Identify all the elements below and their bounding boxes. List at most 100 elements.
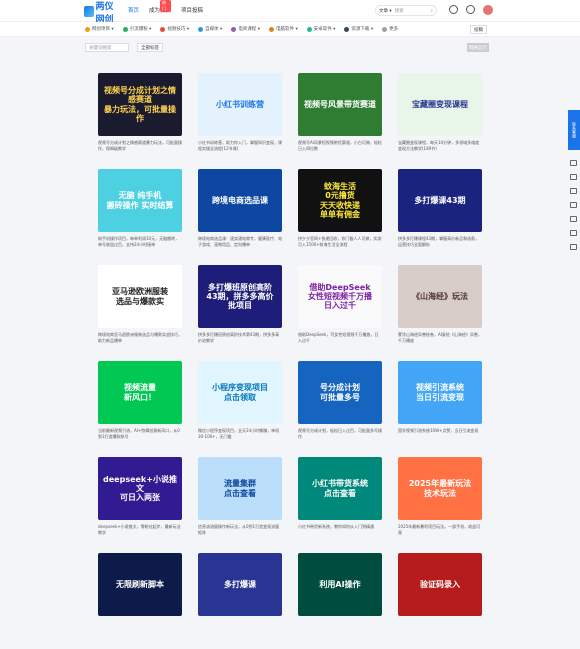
post-thumbnail[interactable]: 宝藏圈变现课程 xyxy=(398,73,482,136)
post-card[interactable]: 跨境电商选品课 跨境电商选品课：速卖通电商专，健康医疗、电子游戏、宠物用品、定向爆… xyxy=(198,169,282,265)
post-thumbnail[interactable]: 利用AI操作 xyxy=(298,553,382,616)
post-card[interactable]: 视频号分成计划之情感赛道 暴力玩法，可批量操作视频号分成计划之情感赛道暴力玩法，… xyxy=(98,73,182,169)
post-thumbnail[interactable]: 多打爆课43期 xyxy=(398,169,482,232)
category-item[interactable]: 自媒体 ▾ xyxy=(198,26,222,32)
post-thumbnail[interactable]: 视频号分成计划之情感赛道 暴力玩法，可批量操作 xyxy=(98,73,182,136)
post-card[interactable]: 多打爆课 xyxy=(198,553,282,649)
post-title[interactable]: 拼多多打爆班原创高阶技术第43期，拼多多高价站教学 xyxy=(198,332,282,344)
post-thumbnail[interactable]: 号分成计划 可批量多号 xyxy=(298,361,382,424)
category-item[interactable]: 引流爆粉 ▾ xyxy=(122,26,151,32)
post-title[interactable] xyxy=(298,620,382,632)
add-icon[interactable] xyxy=(449,5,458,14)
site-logo[interactable]: 两仪网创 xyxy=(84,2,120,25)
post-card[interactable]: 《山海经》玩法蒙涂山海经异兽绘卷，AI复绘《山海经》异兽，千万播放 xyxy=(398,265,482,361)
notification-icon[interactable] xyxy=(466,5,475,14)
post-title[interactable]: 拼多多打爆课程43期，掌握高价新品和选款，运营技巧全面解析 xyxy=(398,236,482,248)
post-title[interactable]: 视频号分成计划，轻松日入过百，可批量多号操作 xyxy=(298,428,382,440)
post-card[interactable]: 流量集群 点击查看信息流流量操作新玩法，从0到1打造变现流量矩阵 xyxy=(198,457,282,553)
submit-button[interactable]: 投稿 xyxy=(470,25,487,34)
post-card[interactable]: 视频号风景带货赛道视频号AI风景短视频带货赛道，小白可做，轻松日入四位数 xyxy=(298,73,382,169)
post-card[interactable]: 多打爆班原创高阶 43期，拼多多高价 批项目拼多多打爆班原创高阶技术第43期，拼… xyxy=(198,265,282,361)
category-item[interactable]: 电脑软件 ▾ xyxy=(269,26,298,32)
post-card[interactable]: 蚊海生活 0元撸货 天天收快递 单单有佣金拼夕夕官网+快递回收，你门槛人人可做，… xyxy=(298,169,382,265)
post-card[interactable]: 借助DeepSeek 女性短视频千万播 日入过千借助DeepSeek，写女性短视… xyxy=(298,265,382,361)
post-title[interactable] xyxy=(398,620,482,632)
post-title[interactable]: 借助DeepSeek，写女性短视频千万播放，日入过千 xyxy=(298,332,382,344)
chat-icon[interactable] xyxy=(569,188,577,194)
post-title[interactable]: 蒙涂山海经异兽绘卷，AI复绘《山海经》异兽，千万播放 xyxy=(398,332,482,344)
post-title[interactable] xyxy=(198,620,282,632)
post-title[interactable]: 跨境电商亚马逊欧洲服装选品与爆款实战技巧，助力新品爆单 xyxy=(98,332,182,344)
post-card[interactable]: 视频流量 新风口！ 当前最新视频引流，AI+剪辑创意新风口，从0到1打造爆款账号 xyxy=(98,361,182,457)
post-thumbnail[interactable]: 2025年最新玩法 技术玩法 xyxy=(398,457,482,520)
post-card[interactable]: 多打爆课43期拼多多打爆课程43期，掌握高价新品和选款，运营技巧全面解析 xyxy=(398,169,482,265)
nav-submit-project[interactable]: 项目投稿 xyxy=(181,6,203,14)
post-thumbnail[interactable]: 视频流量 新风口！ xyxy=(98,361,182,424)
post-card[interactable]: 宝藏圈变现课程宝藏圈变现课程，每天10分钟，多领域多维度变现方法教学(189节) xyxy=(398,73,482,169)
post-thumbnail[interactable]: 视频引流系统 当日引流变现 xyxy=(398,361,482,424)
post-thumbnail[interactable]: deepseek+小说推文 可日入两张 xyxy=(98,457,182,520)
post-title[interactable]: 微信小程序变现项目，全天24小时躺赚，单机30-100+，无门槛 xyxy=(198,428,282,440)
post-card[interactable]: 视频引流系统 当日引流变现国学视频引流系统10W+点赞，当日引流变现 xyxy=(398,361,482,457)
post-card[interactable]: 2025年最新玩法 技术玩法 2025年最新暴利项目玩法，一部手机，收益可观 xyxy=(398,457,482,553)
cart-icon[interactable] xyxy=(569,160,577,166)
star-icon[interactable] xyxy=(569,230,577,236)
post-thumbnail[interactable]: 小程序变现项目 点击领取 xyxy=(198,361,282,424)
post-title[interactable]: deepseek+小说推文，零粉丝起步，最新玩法教学 xyxy=(98,524,182,536)
post-title[interactable]: 国学视频引流系统10W+点赞，当日引流变现 xyxy=(398,428,482,440)
post-title[interactable]: 小红书训练营，助力你入门，掌握知识变现，课程实操全流程(12节课) xyxy=(198,140,282,152)
avatar[interactable] xyxy=(483,5,493,15)
post-card[interactable]: 验证码录入 xyxy=(398,553,482,649)
post-thumbnail[interactable]: 多打爆班原创高阶 43期，拼多多高价 批项目 xyxy=(198,265,282,328)
customer-service-tab[interactable]: 联系客服 xyxy=(568,110,580,150)
back-to-top-icon[interactable] xyxy=(569,244,577,250)
nav-membership[interactable]: 成为会员热门 xyxy=(149,0,172,14)
post-thumbnail[interactable]: 验证码录入 xyxy=(398,553,482,616)
category-item[interactable]: 安卓软件 ▾ xyxy=(306,26,335,32)
post-thumbnail[interactable]: 亚马逊欧洲服装 选品与爆款实 xyxy=(98,265,182,328)
post-title[interactable] xyxy=(98,620,182,632)
post-thumbnail[interactable]: 无脑 纯手机 搬砖操作 实时结算 xyxy=(98,169,182,232)
post-title[interactable]: 2025年最新暴利项目玩法，一部手机，收益可观 xyxy=(398,524,482,536)
post-thumbnail[interactable]: 跨境电商选品课 xyxy=(198,169,282,232)
post-thumbnail[interactable]: 《山海经》玩法 xyxy=(398,265,482,328)
post-title[interactable]: 小红书带货新系统，教你如何从入门到精通 xyxy=(298,524,382,536)
grid-view-button[interactable]: 网格显示 xyxy=(467,43,489,52)
post-title[interactable]: 信息流流量操作新玩法，从0到1打造变现流量矩阵 xyxy=(198,524,282,536)
qrcode-icon[interactable] xyxy=(569,202,577,208)
post-card[interactable]: 小红书训练营 小红书训练营，助力你入门，掌握知识变现，课程实操全流程(12节课) xyxy=(198,73,282,169)
post-card[interactable]: 利用AI操作 xyxy=(298,553,382,649)
post-card[interactable]: 小红书带货系统 点击查看小红书带货新系统，教你如何从入门到精通 xyxy=(298,457,382,553)
post-thumbnail[interactable]: 蚊海生活 0元撸货 天天收快递 单单有佣金 xyxy=(298,169,382,232)
search-input[interactable]: 搜索 xyxy=(395,8,431,14)
category-item[interactable]: 更多 xyxy=(382,26,398,32)
post-card[interactable]: deepseek+小说推文 可日入两张 deepseek+小说推文，零粉丝起步，最… xyxy=(98,457,182,553)
post-card[interactable]: 无限刷新脚本 xyxy=(98,553,182,649)
post-card[interactable]: 小程序变现项目 点击领取微信小程序变现项目，全天24小时躺赚，单机30-100+… xyxy=(198,361,282,457)
post-title[interactable]: 宝藏圈变现课程，每天10分钟，多领域多维度变现方法教学(189节) xyxy=(398,140,482,152)
category-item[interactable]: 视频技巧 ▾ xyxy=(160,26,189,32)
search-icon[interactable]: ⌕ xyxy=(430,8,433,14)
category-item[interactable]: 资源下载 ▾ xyxy=(344,26,373,32)
post-title[interactable]: 拼夕夕官网+快递回收，你门槛人人可做，实测月入1500+蚊海生活全流程 xyxy=(298,236,382,248)
post-title[interactable]: 视频号AI风景短视频带货赛道，小白可做，轻松日入四位数 xyxy=(298,140,382,152)
nav-home[interactable]: 首页 xyxy=(128,6,139,14)
search-type-select[interactable]: 文章 ▾ xyxy=(379,8,392,14)
post-card[interactable]: 无脑 纯手机 搬砖操作 实时结算纯手机操作项目，每单利润10元，无脑搬砖，单号收… xyxy=(98,169,182,265)
post-card[interactable]: 亚马逊欧洲服装 选品与爆款实跨境电商亚马逊欧洲服装选品与爆款实战技巧，助力新品爆… xyxy=(98,265,182,361)
category-item[interactable]: 网创项目 ▾ xyxy=(85,26,114,32)
search-box[interactable]: 文章 ▾ 搜索 ⌕ xyxy=(375,5,437,16)
post-title[interactable]: 纯手机操作项目，每单利润10元，无脑搬砖，单号收益过百，支持24小时接单 xyxy=(98,236,182,248)
post-thumbnail[interactable]: 无限刷新脚本 xyxy=(98,553,182,616)
share-icon[interactable] xyxy=(569,174,577,180)
post-card[interactable]: 号分成计划 可批量多号视频号分成计划，轻松日入过百，可批量多号操作 xyxy=(298,361,382,457)
post-thumbnail[interactable]: 小红书带货系统 点击查看 xyxy=(298,457,382,520)
post-thumbnail[interactable]: 流量集群 点击查看 xyxy=(198,457,282,520)
post-title[interactable]: 视频号分成计划之情感赛道暴力玩法，可批量操作，保姆级教学 xyxy=(98,140,182,152)
post-thumbnail[interactable]: 多打爆课 xyxy=(198,553,282,616)
post-thumbnail[interactable]: 借助DeepSeek 女性短视频千万播 日入过千 xyxy=(298,265,382,328)
keyword-search-input[interactable]: 关键词搜索 xyxy=(85,43,129,52)
post-thumbnail[interactable]: 视频号风景带货赛道 xyxy=(298,73,382,136)
category-item[interactable]: 电商课程 ▾ xyxy=(231,26,260,32)
mail-icon[interactable] xyxy=(569,216,577,222)
